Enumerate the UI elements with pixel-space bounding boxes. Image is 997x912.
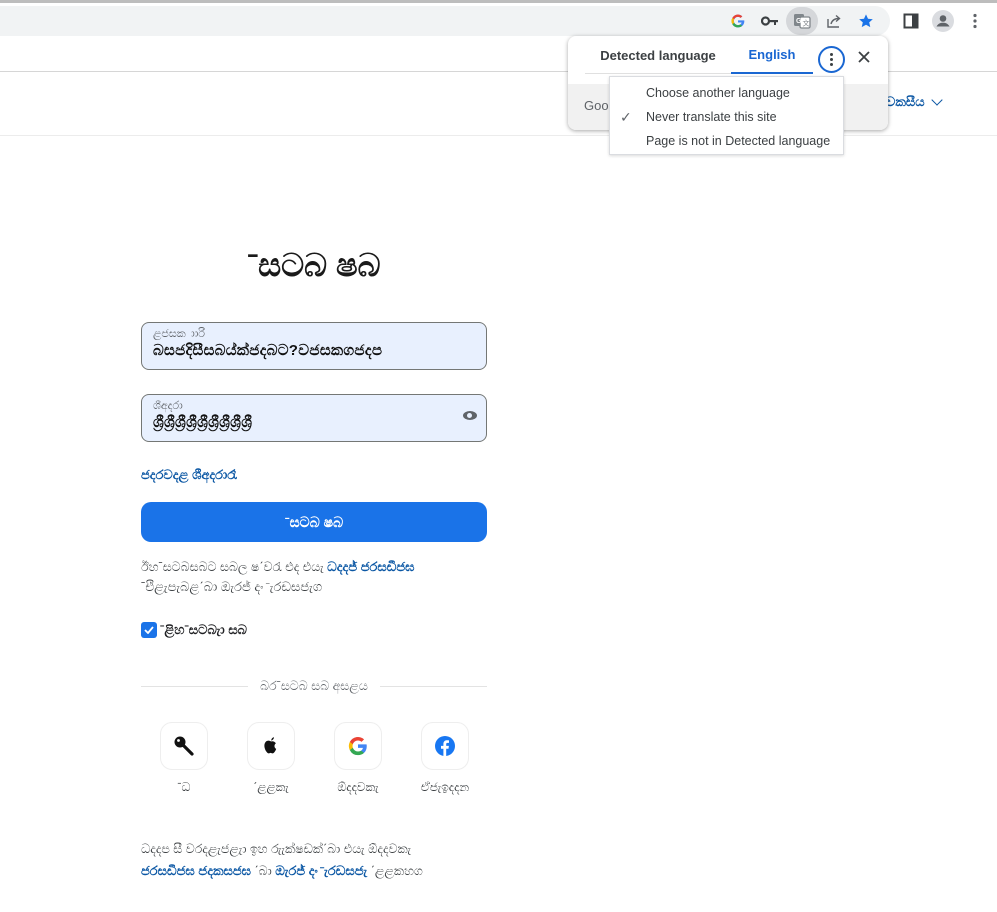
passkey-icon: [174, 736, 194, 756]
menu-item-label: Never translate this site: [646, 110, 777, 124]
footer-link-b[interactable]: ඔැරජ් දං ̄ැරඩසජැ: [275, 863, 367, 878]
social-apple[interactable]: ˊළළකැ: [231, 722, 311, 795]
social-label: ඕදදවකැ: [337, 780, 379, 794]
facebook-button[interactable]: [421, 722, 469, 770]
footer-note: ධදදප සී වරදළැජළැා ඉහ රුැක්ෂඩක්ˊබා එයැ ඕද…: [141, 839, 501, 882]
divider-line-left: [141, 685, 249, 687]
translate-footer-text: Goo: [584, 98, 609, 113]
menu-item-label: Choose another language: [646, 86, 790, 100]
more-options-icon[interactable]: [818, 46, 845, 73]
profile-avatar-icon[interactable]: [927, 6, 959, 36]
social-google[interactable]: ඕදදවකැ: [318, 722, 398, 795]
footer-note-mid: ˊබා: [254, 864, 276, 878]
apple-button[interactable]: [247, 722, 295, 770]
browser-toolbar: G文: [0, 3, 997, 36]
menu-item-choose-another-language[interactable]: Choose another language: [610, 81, 843, 105]
google-icon: [348, 736, 367, 756]
language-selector-label: වකසීය: [886, 94, 925, 109]
bookmark-star-icon[interactable]: [850, 7, 882, 35]
terms-link[interactable]: ධදදජ් ජරසඩීජඝ: [327, 559, 414, 574]
login-form: ˉසටබ ෂබ ළජසක ාාරි බසජදිසීසබය්ක්ජදබට?වජසක…: [141, 240, 487, 878]
footer-note-line1: ධදදප සී වරදළැජළැා ඉහ රුැක්ෂඩක්ˊබා එයැ ඕද…: [141, 842, 412, 856]
keep-signed-in-label: ˉළිහˉසටබැා සබ: [160, 622, 247, 637]
forgot-password-link[interactable]: ජදරවදළ ශීඅදරාරෑ: [141, 467, 237, 483]
social-label: ඒජැඉදදන: [420, 780, 470, 794]
social-passkey[interactable]: ˉධ: [144, 722, 224, 795]
username-value[interactable]: බසජදිසීසබය්ක්ජදබට?වජසකගජදප: [153, 342, 382, 359]
terms-prefix: ඊහˉසටබසබට සබල ෂˊවරැ එද එයැ: [141, 560, 328, 574]
svg-text:G: G: [796, 18, 802, 25]
translate-tabs: Detected language English: [585, 36, 813, 74]
social-label: ˉධ: [177, 780, 191, 794]
passkey-button[interactable]: [160, 722, 208, 770]
password-value[interactable]: ශ්‍රීශ්‍රීශ්‍රීශ්‍රීශ්‍රීශ්‍රීශ්‍රීශ්‍රී…: [153, 414, 252, 431]
username-label: ළජසක ාාරි: [153, 328, 206, 340]
eye-icon[interactable]: [463, 411, 477, 420]
menu-item-label: Page is not in Detected language: [646, 134, 831, 148]
social-label: ˊළළකැ: [253, 780, 289, 794]
social-login-options: ˉධ ˊළළකැ ඕදදවකැ ඒජැඉදදන: [141, 722, 487, 802]
menu-item-page-not-in-language[interactable]: Page is not in Detected language: [610, 129, 843, 153]
sign-in-button[interactable]: ˉසටබ ෂබ: [141, 502, 487, 542]
checkmark-icon: ✓: [620, 109, 632, 125]
footer-note-suffix: ˊළළකහග: [370, 864, 423, 878]
terms-text: ඊහˉසටබසබට සබල ෂˊවරැ එද එයැ ධදදජ් ජරසඩීජඝ…: [141, 557, 487, 597]
password-field[interactable]: ශීඅදරා ශ්‍රීශ්‍රීශ්‍රීශ්‍රීශ්‍රීශ්‍රීශ්‍…: [141, 394, 487, 442]
social-facebook[interactable]: ඒජැඉදදන: [405, 722, 485, 795]
password-key-icon[interactable]: [754, 7, 786, 35]
google-lens-icon[interactable]: [722, 7, 754, 35]
keep-signed-in-checkbox[interactable]: [141, 622, 157, 638]
keep-signed-in[interactable]: ˉළිහˉසටබැා සබ: [141, 622, 247, 638]
translate-icon[interactable]: G文: [786, 7, 818, 35]
divider-line-right: [379, 685, 487, 687]
footer-link-a[interactable]: ජරසඩීජඝ ජදකසජඝ: [141, 863, 251, 878]
chevron-down-icon: [930, 94, 943, 106]
side-panel-icon[interactable]: [895, 6, 927, 36]
chrome-menu-icon[interactable]: [959, 6, 991, 36]
address-bar[interactable]: G文: [0, 6, 890, 36]
tab-english[interactable]: English: [731, 36, 813, 74]
password-label: ශීඅදරා: [153, 400, 183, 412]
or-divider: බරˉසටබ සබ අසළය: [141, 676, 487, 696]
apple-icon: [264, 737, 277, 754]
divider-text: බරˉසටබ සබ අසළය: [260, 678, 368, 693]
privacy-link[interactable]: ˉඑිළැපැබළˊබා ඔැරජ් දං ̄ැරඩසජැග: [141, 579, 322, 594]
google-button[interactable]: [334, 722, 382, 770]
close-icon[interactable]: [856, 49, 872, 65]
translate-options-menu: Choose another language ✓ Never translat…: [609, 76, 844, 155]
username-field[interactable]: ළජසක ාාරි බසජදිසීසබය්ක්ජදබට?වජසකගජදප: [141, 322, 487, 370]
menu-item-never-translate-site[interactable]: ✓ Never translate this site: [610, 105, 843, 129]
page-title: ˉසටබ ෂබ: [247, 247, 381, 283]
share-icon[interactable]: [818, 7, 850, 35]
tab-detected-language[interactable]: Detected language: [585, 36, 731, 74]
svg-text:文: 文: [803, 19, 810, 28]
facebook-icon: [435, 736, 455, 756]
language-selector[interactable]: වකසීය: [886, 94, 943, 110]
